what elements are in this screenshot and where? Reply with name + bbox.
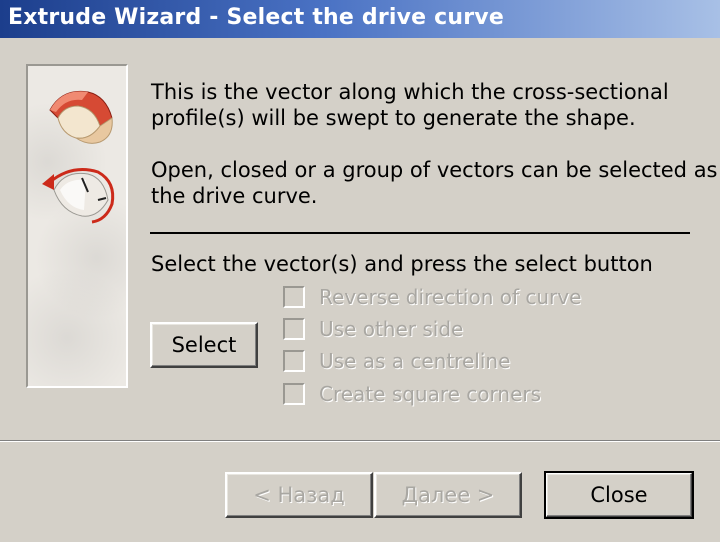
option-use-other-side[interactable]: Use other side (283, 315, 463, 343)
description-line-1: This is the vector along which the cross… (151, 80, 669, 104)
reverse-direction-checkbox[interactable] (283, 286, 305, 308)
create-square-corners-label: Create square corners (319, 382, 542, 406)
use-as-centreline-checkbox[interactable] (283, 350, 305, 372)
use-as-centreline-label: Use as a centreline (319, 349, 511, 373)
instruction-text: Select the vector(s) and press the selec… (151, 252, 653, 276)
wizard-illustration-panel (26, 64, 128, 388)
close-button[interactable]: Close (544, 471, 694, 519)
description-line-3: Open, closed or a group of vectors can b… (151, 158, 718, 182)
reverse-curve-arrow-icon (42, 168, 115, 224)
description-line-2: profile(s) will be swept to generate the… (151, 106, 636, 130)
select-button[interactable]: Select (150, 322, 258, 368)
back-button[interactable]: < Назад (225, 472, 373, 518)
option-use-as-centreline[interactable]: Use as a centreline (283, 347, 510, 375)
description-line-4: the drive curve. (151, 184, 318, 208)
use-other-side-checkbox[interactable] (283, 318, 305, 340)
title-bar: Extrude Wizard - Select the drive curve (0, 0, 720, 38)
reverse-direction-label: Reverse direction of curve (319, 285, 582, 309)
use-other-side-label: Use other side (319, 317, 464, 341)
option-reverse-direction[interactable]: Reverse direction of curve (283, 283, 581, 311)
footer-separator (0, 440, 720, 442)
create-square-corners-checkbox[interactable] (283, 383, 305, 405)
next-button[interactable]: Далее > (374, 472, 522, 518)
option-create-square-corners[interactable]: Create square corners (283, 380, 541, 408)
swept-shape-icon (49, 90, 113, 144)
window-title: Extrude Wizard - Select the drive curve (8, 5, 504, 30)
section-divider (150, 232, 690, 234)
